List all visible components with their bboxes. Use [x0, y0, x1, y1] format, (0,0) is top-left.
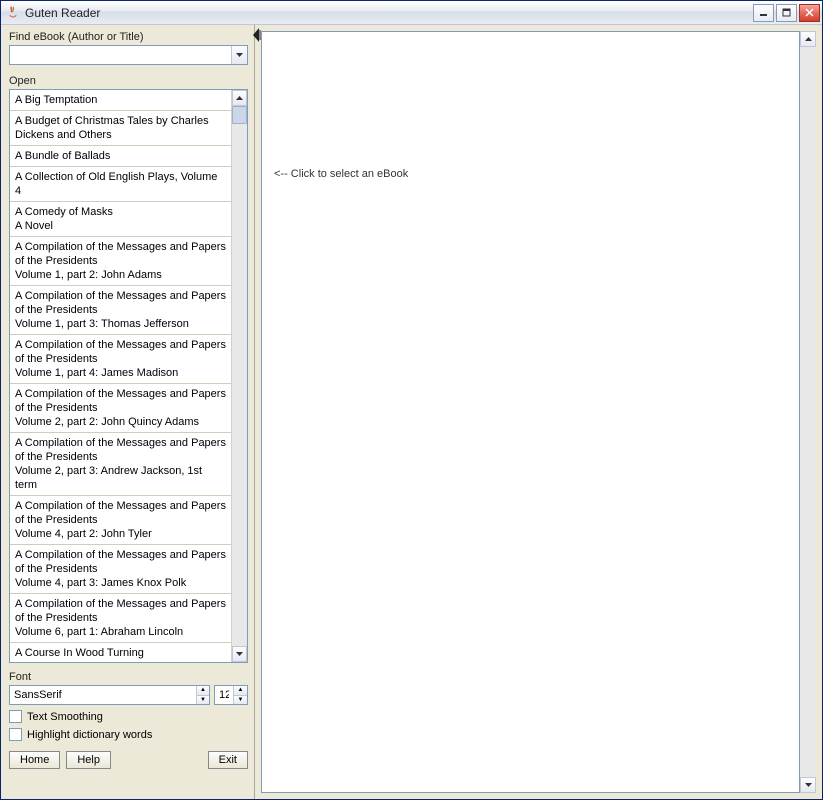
list-item[interactable]: A Compilation of the Messages and Papers…: [10, 594, 231, 643]
reader-scroll-up[interactable]: [800, 31, 816, 47]
font-size-down[interactable]: ▼: [234, 696, 247, 705]
maximize-button[interactable]: [776, 4, 797, 22]
minimize-button[interactable]: [753, 4, 774, 22]
list-item[interactable]: A Compilation of the Messages and Papers…: [10, 545, 231, 594]
smoothing-checkbox[interactable]: [9, 710, 22, 723]
button-row: Home Help Exit: [9, 751, 248, 769]
reader-scrollbar[interactable]: [800, 31, 816, 793]
list-item[interactable]: A Compilation of the Messages and Papers…: [10, 335, 231, 384]
list-item[interactable]: A Compilation of the Messages and Papers…: [10, 286, 231, 335]
highlight-row: Highlight dictionary words: [9, 728, 248, 741]
highlight-label: Highlight dictionary words: [27, 729, 152, 741]
highlight-checkbox[interactable]: [9, 728, 22, 741]
scroll-thumb[interactable]: [232, 106, 247, 124]
list-item[interactable]: A Compilation of the Messages and Papers…: [10, 433, 231, 496]
smoothing-row: Text Smoothing: [9, 710, 248, 723]
ebook-list-viewport[interactable]: A Big TemptationA Budget of Christmas Ta…: [10, 90, 231, 662]
reader-placeholder: <-- Click to select an eBook: [274, 168, 408, 180]
scroll-down-button[interactable]: [232, 646, 247, 662]
list-item[interactable]: A Compilation of the Messages and Papers…: [10, 384, 231, 433]
list-item[interactable]: A Budget of Christmas Tales by Charles D…: [10, 111, 231, 146]
list-item[interactable]: A Big Temptation: [10, 90, 231, 111]
find-input[interactable]: [10, 46, 231, 64]
reader-scroll-down[interactable]: [800, 777, 816, 793]
font-name-down[interactable]: ▼: [197, 696, 209, 705]
reader-scroll-track[interactable]: [800, 47, 816, 777]
font-name-spinner[interactable]: ▲ ▼: [9, 685, 210, 705]
scroll-track[interactable]: [232, 106, 247, 646]
reader-panel: <-- Click to select an eBook: [261, 31, 816, 793]
list-item[interactable]: A Compilation of the Messages and Papers…: [10, 496, 231, 545]
list-item[interactable]: A Comedy of Masks A Novel: [10, 202, 231, 237]
window-title: Guten Reader: [25, 6, 751, 20]
reader-viewport[interactable]: <-- Click to select an eBook: [261, 31, 800, 793]
home-button[interactable]: Home: [9, 751, 60, 769]
exit-button[interactable]: Exit: [208, 751, 248, 769]
find-label: Find eBook (Author or Title): [9, 31, 248, 43]
font-section: Font ▲ ▼ ▲ ▼: [9, 671, 248, 705]
help-button[interactable]: Help: [66, 751, 111, 769]
list-item[interactable]: A Course In Wood Turning: [10, 643, 231, 662]
open-label: Open: [9, 75, 248, 87]
app-window: Guten Reader Find eBook (Author or Title…: [0, 0, 823, 800]
find-dropdown-button[interactable]: [231, 46, 247, 64]
find-combobox[interactable]: [9, 45, 248, 65]
scroll-up-button[interactable]: [232, 90, 247, 106]
java-icon: [5, 5, 21, 21]
content-area: Find eBook (Author or Title) Open A Big …: [1, 25, 822, 799]
list-item[interactable]: A Collection of Old English Plays, Volum…: [10, 167, 231, 202]
font-label: Font: [9, 671, 248, 683]
font-size-up[interactable]: ▲: [234, 686, 247, 696]
font-size-input[interactable]: [215, 686, 233, 704]
titlebar: Guten Reader: [1, 1, 822, 25]
list-scrollbar[interactable]: [231, 90, 247, 662]
ebook-list: A Big TemptationA Budget of Christmas Ta…: [9, 89, 248, 663]
list-item[interactable]: A Bundle of Ballads: [10, 146, 231, 167]
font-name-input[interactable]: [10, 686, 196, 704]
smoothing-label: Text Smoothing: [27, 711, 103, 723]
sidebar: Find eBook (Author or Title) Open A Big …: [1, 25, 255, 799]
list-item[interactable]: A Compilation of the Messages and Papers…: [10, 237, 231, 286]
font-name-up[interactable]: ▲: [197, 686, 209, 696]
close-button[interactable]: [799, 4, 820, 22]
font-size-spinner[interactable]: ▲ ▼: [214, 685, 248, 705]
